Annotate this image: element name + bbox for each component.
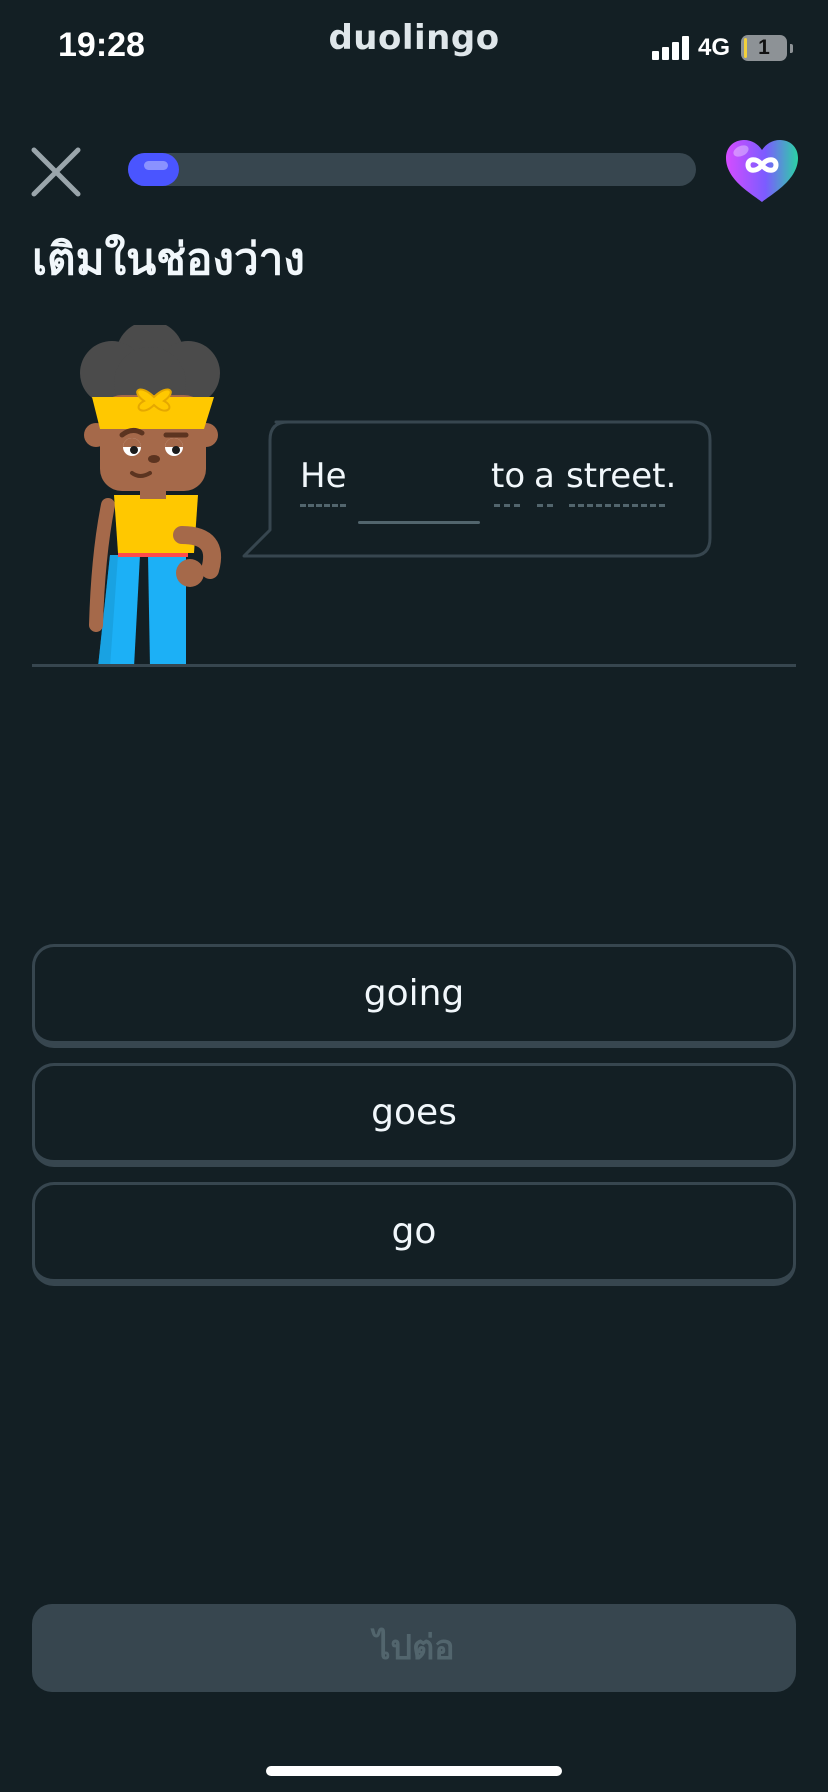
close-icon <box>31 147 81 197</box>
battery-icon: 1 <box>741 35 787 61</box>
home-indicator[interactable] <box>266 1766 562 1776</box>
option-going[interactable]: going <box>32 944 796 1048</box>
answer-blank <box>358 521 480 524</box>
word-hint-underline <box>494 504 520 507</box>
word-hint-underline <box>537 504 553 507</box>
battery-label: 1 <box>758 36 770 59</box>
hearts-button[interactable] <box>724 138 800 204</box>
word-hint-underline <box>300 504 346 507</box>
ground-divider <box>32 664 796 667</box>
exercise-instruction: เติมในช่องว่าง <box>32 234 305 285</box>
infinity-heart-icon <box>726 140 798 202</box>
character-illustration <box>70 321 240 667</box>
word-hint-underline <box>569 504 665 507</box>
close-button[interactable] <box>28 144 84 200</box>
sentence-word-a[interactable]: a <box>534 456 555 496</box>
sentence-word-street[interactable]: street. <box>566 456 676 496</box>
option-go[interactable]: go <box>32 1182 796 1286</box>
network-type: 4G <box>698 34 731 61</box>
sentence-word-to[interactable]: to <box>491 456 525 496</box>
progress-fill <box>128 153 179 186</box>
lesson-progress-bar <box>128 153 696 186</box>
option-goes[interactable]: goes <box>32 1063 796 1167</box>
sentence-word-he[interactable]: He <box>300 456 346 496</box>
battery-cap <box>790 44 793 53</box>
cellular-signal-icon <box>652 36 692 60</box>
continue-button[interactable]: ไปต่อ <box>32 1604 796 1692</box>
